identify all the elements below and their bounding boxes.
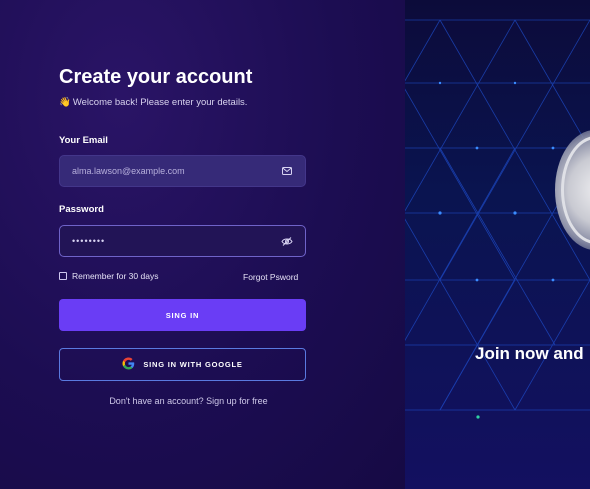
- login-panel: Create your account 👋 Welcome back! Pleas…: [0, 0, 405, 489]
- remember-checkbox[interactable]: [59, 272, 67, 280]
- waving-hand-icon: 👋: [59, 97, 71, 108]
- email-label: Your Email: [59, 135, 108, 146]
- signup-prompt: Don't have an account? Sign up for free: [0, 396, 405, 406]
- signup-prefix: Don't have an account?: [109, 396, 204, 406]
- mail-icon: [281, 165, 293, 177]
- email-value[interactable]: alma.lawson@example.com: [72, 166, 281, 176]
- signup-link[interactable]: Sign up for free: [206, 396, 268, 406]
- eye-off-icon[interactable]: [281, 235, 293, 247]
- welcome-subtitle: 👋 Welcome back! Please enter your details…: [59, 97, 247, 108]
- remember-me[interactable]: Remember for 30 days: [59, 271, 158, 281]
- password-field[interactable]: ••••••••: [59, 225, 306, 257]
- password-value[interactable]: ••••••••: [72, 236, 281, 246]
- subtitle-text: Welcome back! Please enter your details.: [72, 97, 248, 108]
- google-sign-in-button[interactable]: SING IN WITH GOOGLE: [59, 348, 306, 381]
- password-label: Password: [59, 204, 104, 215]
- page-title: Create your account: [59, 66, 253, 88]
- email-field[interactable]: alma.lawson@example.com: [59, 155, 306, 187]
- forgot-password-link[interactable]: Forgot Psword: [243, 272, 298, 282]
- promo-headline: Join now and: [475, 344, 584, 363]
- remember-label[interactable]: Remember for 30 days: [72, 271, 158, 281]
- network-pattern: [405, 19, 590, 419]
- sign-in-button[interactable]: SING IN: [59, 299, 306, 331]
- google-sign-in-label: SING IN WITH GOOGLE: [143, 360, 243, 369]
- google-icon: [122, 357, 135, 372]
- promo-panel: Join now and: [405, 0, 590, 489]
